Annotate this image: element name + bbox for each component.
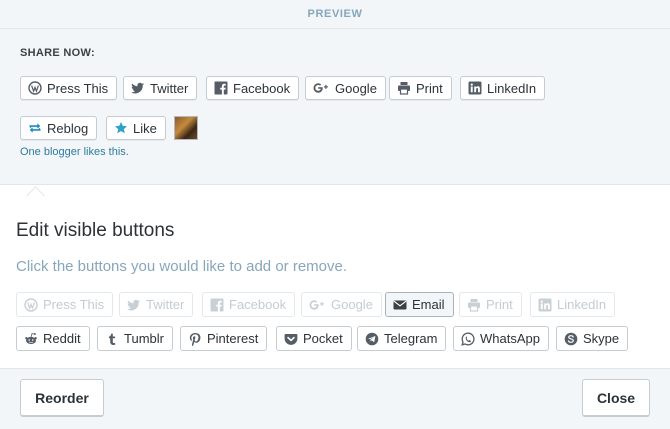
star-icon bbox=[114, 121, 128, 135]
twitter-icon bbox=[131, 81, 145, 95]
toggle-telegram[interactable]: Telegram bbox=[357, 326, 447, 351]
toggle-label: Reddit bbox=[43, 331, 81, 346]
share-heading: SHARE NOW: bbox=[20, 47, 95, 59]
liker-avatar[interactable] bbox=[174, 116, 198, 140]
toggle-label: Press This bbox=[43, 297, 105, 312]
share-button-label: Google bbox=[335, 80, 377, 96]
preview-header: PREVIEW bbox=[0, 0, 670, 29]
reblog-icon bbox=[28, 121, 42, 135]
reblog-button[interactable]: Reblog bbox=[20, 116, 98, 140]
panel-subtitle: Click the buttons you would like to add … bbox=[16, 258, 348, 275]
facebook-icon bbox=[214, 81, 228, 95]
toggle-reddit[interactable]: Reddit bbox=[16, 326, 90, 351]
toggle-pocket[interactable]: Pocket bbox=[276, 326, 352, 351]
telegram-icon bbox=[365, 332, 379, 346]
edit-visible-buttons-panel: Edit visible buttons Click the buttons y… bbox=[0, 195, 670, 369]
toggle-label: LinkedIn bbox=[557, 297, 607, 312]
toggle-label: Email bbox=[412, 297, 445, 312]
toggle-pinterest[interactable]: Pinterest bbox=[180, 326, 268, 351]
share-button-linkedin[interactable]: LinkedIn bbox=[460, 76, 546, 100]
share-button-print[interactable]: Print bbox=[389, 76, 452, 100]
print-icon bbox=[467, 298, 481, 312]
toggle-label: WhatsApp bbox=[480, 331, 540, 346]
toggle-google[interactable]: Google bbox=[301, 292, 382, 317]
tumblr-icon bbox=[105, 332, 119, 346]
toggle-label: Skype bbox=[583, 331, 620, 346]
toggle-print[interactable]: Print bbox=[459, 292, 522, 317]
toggle-label: Print bbox=[486, 297, 513, 312]
wordpress-icon bbox=[24, 297, 38, 312]
toggle-label: Pinterest bbox=[207, 331, 259, 346]
linkedin-icon bbox=[468, 81, 482, 95]
toggle-linkedin[interactable]: LinkedIn bbox=[530, 292, 616, 317]
like-button[interactable]: Like bbox=[106, 116, 166, 140]
print-icon bbox=[397, 81, 411, 95]
reblog-label: Reblog bbox=[47, 120, 89, 136]
divider bbox=[0, 184, 670, 185]
twitter-icon bbox=[127, 298, 141, 312]
toggle-facebook[interactable]: Facebook bbox=[202, 292, 296, 317]
panel-title: Edit visible buttons bbox=[16, 220, 175, 241]
toggle-tumblr[interactable]: Tumblr bbox=[97, 326, 173, 351]
toggle-label: Tumblr bbox=[124, 331, 164, 346]
share-button-twitter[interactable]: Twitter bbox=[123, 76, 198, 100]
toggle-label: Telegram bbox=[384, 331, 438, 346]
skype-icon bbox=[564, 332, 578, 346]
toggle-email[interactable]: Email bbox=[385, 292, 454, 317]
toggle-twitter[interactable]: Twitter bbox=[119, 292, 194, 317]
share-button-label: Facebook bbox=[233, 80, 291, 96]
share-button-label: Print bbox=[416, 80, 443, 96]
toggle-label: Facebook bbox=[229, 297, 287, 312]
toggle-label: Pocket bbox=[303, 331, 343, 346]
google-plus-icon bbox=[313, 81, 330, 95]
wordpress-icon bbox=[28, 81, 42, 95]
like-label: Like bbox=[133, 120, 157, 136]
close-button[interactable]: Close bbox=[582, 379, 650, 417]
likes-count-text[interactable]: One blogger likes this. bbox=[20, 146, 129, 158]
reddit-icon bbox=[24, 332, 38, 346]
share-button-label: Press This bbox=[47, 80, 109, 96]
toggle-whatsapp[interactable]: WhatsApp bbox=[453, 326, 549, 351]
toggle-label: Google bbox=[331, 297, 373, 312]
share-button-google[interactable]: Google bbox=[305, 76, 386, 100]
whatsapp-icon bbox=[461, 332, 475, 346]
linkedin-icon bbox=[538, 298, 552, 312]
share-button-label: Twitter bbox=[150, 80, 189, 96]
toggle-press-this[interactable]: Press This bbox=[16, 292, 114, 317]
email-icon bbox=[393, 298, 407, 312]
share-button-facebook[interactable]: Facebook bbox=[206, 76, 300, 100]
pinterest-icon bbox=[188, 332, 202, 346]
google-plus-icon bbox=[309, 298, 326, 312]
dialog-footer: Reorder Close bbox=[0, 369, 670, 429]
share-preview: SHARE NOW: Press This Twitter Facebook G… bbox=[0, 29, 670, 184]
facebook-icon bbox=[210, 298, 224, 312]
toggle-skype[interactable]: Skype bbox=[556, 326, 629, 351]
share-button-label: LinkedIn bbox=[487, 80, 537, 96]
toggle-label: Twitter bbox=[146, 297, 185, 312]
pocket-icon bbox=[284, 332, 298, 346]
share-button-press-this[interactable]: Press This bbox=[20, 76, 118, 100]
reorder-button[interactable]: Reorder bbox=[20, 379, 104, 417]
